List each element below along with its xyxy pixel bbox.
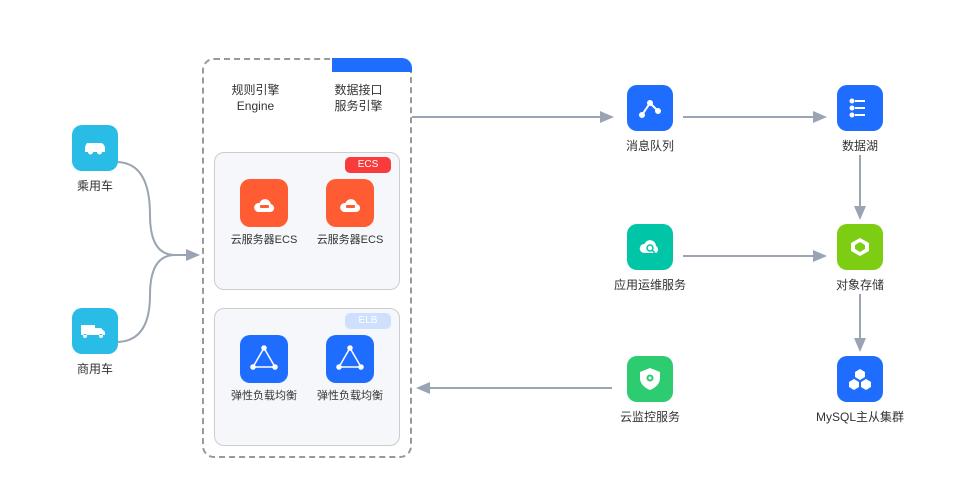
truck-icon <box>72 308 118 354</box>
msg-queue-icon <box>627 85 673 131</box>
header-left-line2: Engine <box>237 99 274 113</box>
node-truck: 商用车 <box>50 308 140 377</box>
car-icon <box>72 125 118 171</box>
ecs-tag: ECS <box>345 157 391 173</box>
node-obs-label: 对象存储 <box>836 276 884 293</box>
node-ces-label: 云监控服务 <box>620 408 680 425</box>
main-container-tab <box>332 58 412 72</box>
aom-icon <box>627 224 673 270</box>
node-mysql: MySQL主从集群 <box>815 356 905 425</box>
elb-item-2-label: 弹性负载均衡 <box>317 387 383 403</box>
node-aom-label: 应用运维服务 <box>614 276 686 293</box>
node-aom: 应用运维服务 <box>605 224 695 293</box>
main-container-header: 规则引擎 Engine 数据接口 服务引擎 <box>204 82 410 114</box>
node-ces: 云监控服务 <box>605 356 695 425</box>
node-car-label: 乘用车 <box>77 177 113 194</box>
elb-item-2: 弹性负载均衡 <box>308 335 393 437</box>
elb-group: ELB 弹性负载均衡 弹性负载均衡 <box>214 308 400 446</box>
ces-icon <box>627 356 673 402</box>
header-left-line1: 规则引擎 <box>231 83 279 97</box>
cloud-server-icon <box>240 179 288 227</box>
node-mysql-label: MySQL主从集群 <box>816 408 904 425</box>
main-container: 规则引擎 Engine 数据接口 服务引擎 ECS 云服务器ECS 云服务器EC… <box>202 58 412 458</box>
node-truck-label: 商用车 <box>77 360 113 377</box>
elb-item-1-label: 弹性负载均衡 <box>231 387 297 403</box>
load-balancer-icon <box>240 335 288 383</box>
node-obs: 对象存储 <box>815 224 905 293</box>
ecs-item-1: 云服务器ECS <box>222 179 307 281</box>
obs-icon <box>837 224 883 270</box>
ecs-item-2: 云服务器ECS <box>308 179 393 281</box>
header-right-line1: 数据接口 <box>334 83 382 97</box>
elb-tag: ELB <box>345 313 391 329</box>
ecs-item-1-label: 云服务器ECS <box>231 231 298 247</box>
node-msg-queue: 消息队列 <box>605 85 695 154</box>
data-store-icon <box>837 85 883 131</box>
node-data-store: 数据湖 <box>815 85 905 154</box>
node-data-store-label: 数据湖 <box>842 137 878 154</box>
node-car: 乘用车 <box>50 125 140 194</box>
elb-item-1: 弹性负载均衡 <box>222 335 307 437</box>
mysql-cluster-icon <box>837 356 883 402</box>
header-right-line2: 服务引擎 <box>334 99 382 113</box>
ecs-item-2-label: 云服务器ECS <box>317 231 384 247</box>
cloud-server-icon <box>326 179 374 227</box>
load-balancer-icon <box>326 335 374 383</box>
node-msg-queue-label: 消息队列 <box>626 137 674 154</box>
ecs-group: ECS 云服务器ECS 云服务器ECS <box>214 152 400 290</box>
